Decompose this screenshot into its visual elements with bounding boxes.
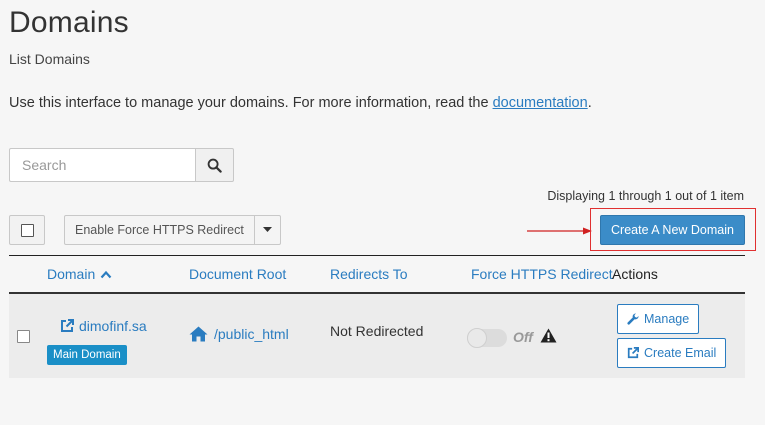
column-header-domain[interactable]: Domain [47, 266, 112, 282]
caret-down-icon [262, 227, 272, 232]
search-group [9, 148, 234, 182]
search-icon [207, 158, 222, 173]
toggle-knob [467, 328, 487, 348]
pagination-summary: Displaying 1 through 1 out of 1 item [547, 189, 744, 203]
home-icon [189, 326, 208, 342]
force-https-button-group: Enable Force HTTPS Redirect [64, 215, 281, 245]
search-input[interactable] [9, 148, 195, 182]
page-title: Domains [9, 6, 129, 39]
document-root-path: /public_html [214, 326, 289, 342]
manage-button[interactable]: Manage [617, 304, 700, 334]
row-select-checkbox[interactable] [17, 330, 30, 343]
warning-icon[interactable] [540, 328, 557, 343]
force-https-state: Off [513, 329, 533, 345]
create-email-label: Create Email [644, 346, 717, 360]
column-header-actions: Actions [612, 266, 658, 282]
checkbox-box [20, 223, 34, 237]
enable-force-https-button[interactable]: Enable Force HTTPS Redirect [64, 215, 255, 245]
column-header-domain-label: Domain [47, 266, 96, 282]
manage-label: Manage [644, 312, 690, 326]
create-new-domain-button[interactable]: Create A New Domain [600, 215, 745, 245]
documentation-link[interactable]: documentation [493, 95, 588, 111]
annotation-arrow-icon [527, 227, 592, 235]
select-all-checkbox[interactable] [9, 215, 45, 245]
column-header-redirects-to[interactable]: Redirects To [330, 266, 408, 282]
checkbox-box [17, 330, 30, 343]
search-button[interactable] [195, 148, 234, 182]
column-header-document-root[interactable]: Document Root [189, 266, 286, 282]
intro-text: Use this interface to manage your domain… [9, 95, 592, 111]
wrench-icon [627, 313, 639, 325]
force-https-dropdown-toggle[interactable] [254, 215, 281, 245]
table-top-divider [9, 255, 745, 256]
external-link-icon [627, 347, 639, 359]
intro-text-body: Use this interface to manage your domain… [9, 95, 493, 111]
domain-link[interactable]: dimofinf.sa [60, 318, 147, 334]
redirects-to-value: Not Redirected [330, 323, 424, 339]
page-subtitle: List Domains [9, 51, 90, 67]
domain-name: dimofinf.sa [79, 318, 147, 334]
document-root-link[interactable]: /public_html [189, 326, 289, 342]
force-https-toggle[interactable] [467, 328, 507, 348]
create-email-button[interactable]: Create Email [617, 338, 727, 368]
external-link-icon [61, 319, 74, 332]
intro-text-end: . [587, 95, 592, 111]
sort-ascending-icon [100, 270, 112, 279]
main-domain-badge: Main Domain [47, 345, 127, 365]
column-header-force-https[interactable]: Force HTTPS Redirect [471, 266, 613, 282]
